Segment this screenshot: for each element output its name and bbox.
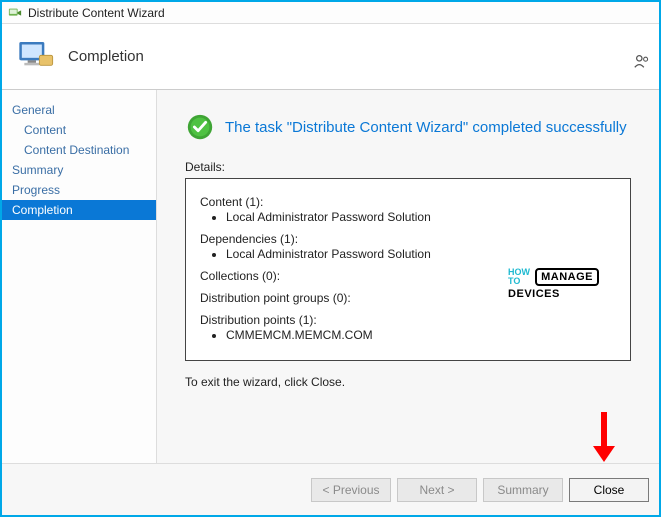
next-button: Next > (397, 478, 477, 502)
details-content-item: Local Administrator Password Solution (226, 210, 616, 224)
sidebar-item-summary[interactable]: Summary (2, 160, 156, 180)
sidebar-item-content-destination[interactable]: Content Destination (2, 140, 156, 160)
main-pane: The task "Distribute Content Wizard" com… (157, 90, 659, 463)
close-button[interactable]: Close (569, 478, 649, 502)
details-dp-title: Distribution points (1): (200, 313, 616, 327)
success-check-icon (185, 112, 215, 142)
summary-button: Summary (483, 478, 563, 502)
sidebar-item-general[interactable]: General (2, 100, 156, 120)
details-dependencies-title: Dependencies (1): (200, 232, 616, 246)
exit-instruction: To exit the wizard, click Close. (185, 375, 631, 389)
details-content-title: Content (1): (200, 195, 616, 209)
details-dpg-title: Distribution point groups (0): (200, 291, 616, 305)
details-dp-item: CMMEMCM.MEMCM.COM (226, 328, 616, 342)
window-title: Distribute Content Wizard (28, 6, 165, 20)
page-title: Completion (68, 48, 144, 65)
sidebar-item-progress[interactable]: Progress (2, 180, 156, 200)
header-band: Completion (2, 24, 659, 90)
wizard-icon (16, 37, 56, 77)
success-row: The task "Distribute Content Wizard" com… (185, 112, 631, 142)
details-box: Content (1): Local Administrator Passwor… (185, 178, 631, 361)
details-label: Details: (185, 160, 631, 174)
wizard-sidebar: General Content Content Destination Summ… (2, 90, 157, 463)
wizard-footer: < Previous Next > Summary Close (2, 463, 659, 515)
details-collections-title: Collections (0): (200, 269, 616, 283)
app-icon (8, 6, 22, 20)
titlebar: Distribute Content Wizard (2, 2, 659, 24)
sidebar-item-content[interactable]: Content (2, 120, 156, 140)
details-dependencies-item: Local Administrator Password Solution (226, 247, 616, 261)
success-message: The task "Distribute Content Wizard" com… (225, 119, 627, 136)
sidebar-item-completion[interactable]: Completion (2, 200, 156, 220)
people-icon (633, 52, 651, 75)
previous-button: < Previous (311, 478, 391, 502)
